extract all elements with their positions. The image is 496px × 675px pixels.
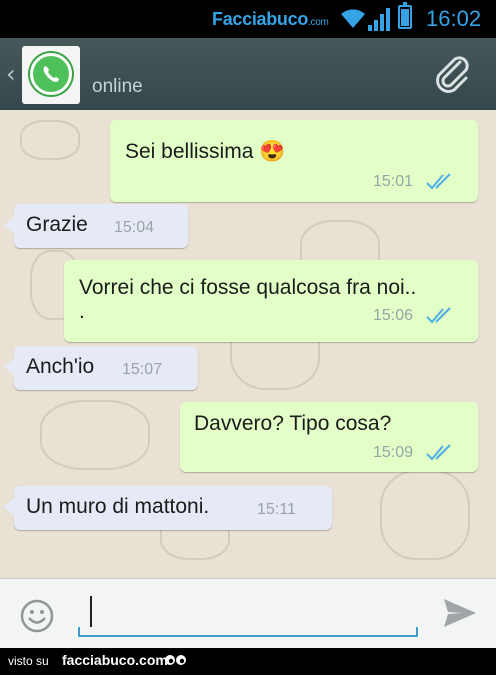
message-bubble-outgoing[interactable]: Sei bellissima 😍 15:01: [110, 120, 478, 202]
message-bubble-incoming[interactable]: Grazie 15:04: [4, 204, 188, 248]
message-input[interactable]: [78, 593, 418, 637]
message-text-line2: .: [79, 300, 85, 323]
send-icon[interactable]: [442, 597, 478, 629]
message-time: 15:11: [257, 501, 296, 518]
watermark-site: facciabuco.com: [62, 652, 168, 668]
wallpaper-doodle: [380, 470, 470, 560]
brand-suffix: .com: [308, 17, 329, 28]
watermark-visto-label: visto su: [8, 654, 49, 668]
battery-icon: [398, 2, 412, 29]
message-time: 15:06: [373, 307, 414, 324]
eyes-icon: [165, 655, 186, 665]
avatar[interactable]: [22, 46, 80, 104]
message-text: Sei bellissima 😍: [125, 140, 286, 163]
chevron-left-icon[interactable]: ‹: [6, 60, 16, 88]
wallpaper-doodle: [20, 120, 80, 160]
compose-bar: [0, 578, 496, 648]
input-underline-right: [416, 627, 418, 635]
whatsapp-logo-icon: [30, 53, 72, 95]
wallpaper-doodle: [40, 400, 150, 470]
status-bar: Facciabuco.com 16:02: [0, 0, 496, 38]
message-time: 15:01: [373, 173, 414, 190]
read-ticks-icon: [426, 173, 451, 190]
message-bubble-incoming[interactable]: Anch'io 15:07: [4, 346, 198, 390]
message-bubble-outgoing[interactable]: Vorrei che ci fosse qualcosa fra noi.. .…: [64, 260, 478, 342]
message-text: Davvero? Tipo cosa?: [194, 412, 392, 435]
status-bar-time: 16:02: [426, 6, 482, 31]
input-underline-left: [78, 627, 80, 635]
read-ticks-icon: [426, 307, 451, 324]
status-bar-brand: Facciabuco.com: [212, 9, 329, 30]
contact-status: online: [92, 76, 143, 97]
message-text: Anch'io: [26, 355, 95, 378]
wifi-icon: [341, 9, 365, 28]
signal-icon: [368, 8, 390, 31]
message-bubble-incoming[interactable]: Un muro di mattoni. 15:11: [4, 486, 332, 530]
message-time: 15:07: [122, 361, 163, 378]
message-time: 15:09: [373, 444, 414, 461]
paperclip-icon[interactable]: [430, 52, 474, 96]
message-list[interactable]: Sei bellissima 😍 15:01 Grazie 15:04 Vorr…: [0, 110, 496, 578]
watermark-footer: visto su facciabuco.com: [0, 648, 496, 675]
smiley-icon[interactable]: [20, 599, 54, 633]
message-bubble-outgoing[interactable]: Davvero? Tipo cosa? 15:09: [180, 402, 478, 472]
brand-name: Facciabuco: [212, 9, 309, 29]
message-text: Un muro di mattoni.: [26, 495, 210, 518]
message-text: Vorrei che ci fosse qualcosa fra noi..: [79, 276, 417, 299]
message-text: Grazie: [26, 213, 88, 236]
read-ticks-icon: [426, 444, 451, 461]
chat-header: ‹ online: [0, 38, 496, 110]
message-time: 15:04: [114, 219, 155, 236]
